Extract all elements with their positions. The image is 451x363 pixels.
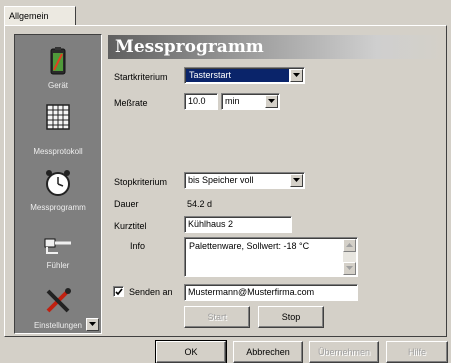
chevron-down-icon bbox=[346, 266, 353, 270]
sidebar-item-label: Messprotokoll bbox=[33, 147, 83, 156]
chevron-down-icon bbox=[293, 178, 300, 182]
scroll-down-button[interactable] bbox=[343, 262, 356, 275]
startkriterium-label: Startkriterium bbox=[114, 72, 168, 82]
tab-allgemein[interactable]: Allgemein bbox=[4, 6, 76, 26]
messrate-unit-select[interactable]: min bbox=[221, 93, 280, 110]
checkmark-icon bbox=[115, 288, 123, 296]
uebernehmen-button[interactable]: Übernehmen bbox=[309, 341, 379, 363]
startkriterium-dropdown-button[interactable] bbox=[290, 69, 303, 82]
messrate-input[interactable]: 10.0 bbox=[184, 93, 218, 110]
startkriterium-select[interactable]: Tasterstart bbox=[184, 67, 305, 84]
scroll-up-button[interactable] bbox=[343, 239, 356, 252]
sidebar: Gerät Messprotokoll Messprogramm Fühler bbox=[14, 34, 102, 334]
stopkriterium-select[interactable]: bis Speicher voll bbox=[184, 172, 305, 189]
page-title: Messprogramm bbox=[108, 35, 444, 59]
senden-checkbox[interactable] bbox=[113, 286, 124, 297]
sidebar-scroll-down-button[interactable] bbox=[86, 318, 99, 331]
senden-label: Senden an bbox=[129, 287, 173, 297]
ok-button[interactable]: OK bbox=[155, 340, 227, 363]
tools-settings-icon bbox=[46, 288, 71, 313]
kurztitel-label: Kurztitel bbox=[114, 221, 147, 231]
startkriterium-value: Tasterstart bbox=[186, 69, 289, 82]
chevron-up-icon bbox=[346, 243, 353, 247]
info-scrollbar[interactable] bbox=[343, 239, 356, 275]
dauer-value: 54.2 d bbox=[187, 199, 213, 209]
probe-sensor-icon bbox=[44, 238, 71, 254]
sidebar-item-label: Fühler bbox=[46, 261, 70, 270]
stopkriterium-dropdown-button[interactable] bbox=[290, 174, 303, 187]
abbrechen-button[interactable]: Abbrechen bbox=[233, 341, 303, 363]
stop-button[interactable]: Stop bbox=[258, 306, 324, 328]
senden-email-input[interactable]: Mustermann@Musterfirma.com bbox=[184, 284, 358, 301]
start-button[interactable]: Start bbox=[184, 306, 250, 328]
battery-device-icon bbox=[50, 47, 66, 75]
info-textarea[interactable]: Palettenware, Sollwert: -18 °C bbox=[184, 237, 358, 277]
dauer-label: Dauer bbox=[114, 199, 139, 209]
kurztitel-input[interactable]: Kühlhaus 2 bbox=[184, 216, 292, 233]
sidebar-item-label: Messprogramm bbox=[30, 203, 86, 212]
stopkriterium-value: bis Speicher voll bbox=[188, 175, 254, 185]
chevron-down-icon bbox=[293, 73, 300, 77]
info-value: Palettenware, Sollwert: -18 °C bbox=[189, 241, 310, 251]
info-label: Info bbox=[130, 241, 146, 251]
messrate-unit-value: min bbox=[225, 96, 240, 106]
alarm-clock-icon bbox=[46, 170, 70, 196]
sidebar-item-label: Gerät bbox=[47, 81, 68, 90]
messrate-label: Meßrate bbox=[114, 98, 148, 108]
messrate-unit-dropdown-button[interactable] bbox=[265, 95, 278, 108]
hilfe-button[interactable]: Hilfe bbox=[386, 341, 448, 363]
chevron-down-icon bbox=[268, 99, 275, 103]
grid-table-icon bbox=[46, 104, 70, 130]
chevron-down-icon bbox=[89, 322, 96, 326]
stopkriterium-label: Stopkriterium bbox=[114, 177, 168, 187]
